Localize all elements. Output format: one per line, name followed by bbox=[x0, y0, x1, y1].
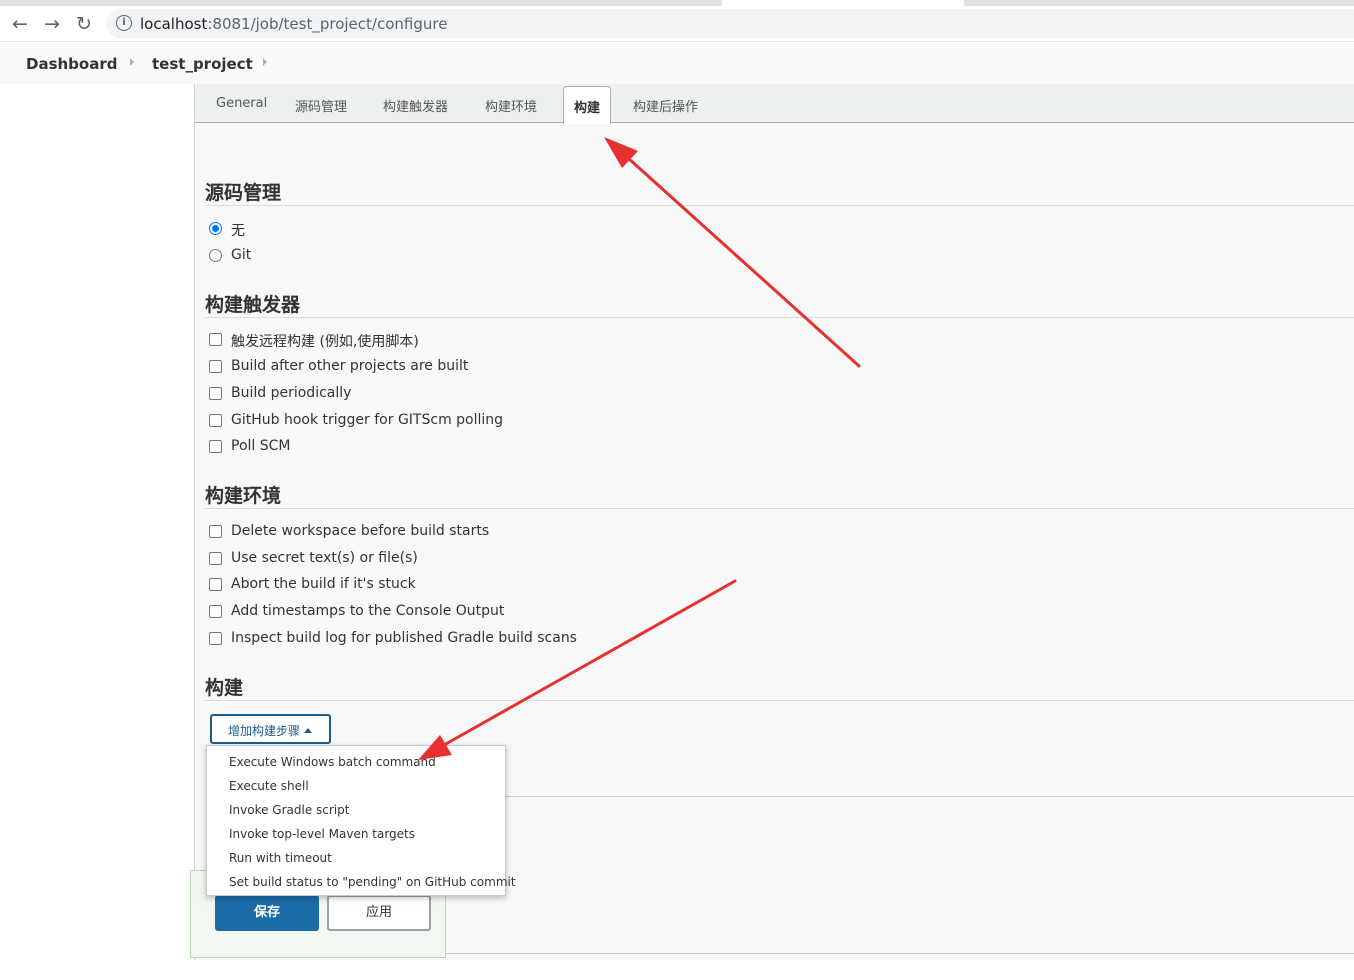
url-text[interactable]: localhost:8081/job/test_project/configur… bbox=[140, 15, 447, 33]
breadcrumb-separator-icon[interactable] bbox=[263, 58, 267, 66]
checkbox-label: Use secret text(s) or file(s) bbox=[231, 550, 418, 566]
checkbox-label: Abort the build if it's stuck bbox=[231, 576, 416, 592]
section-divider bbox=[205, 205, 1354, 206]
add-build-step-label: 增加构建步骤 bbox=[228, 724, 301, 738]
browser-toolbar: ← → ↻ i localhost:8081/job/test_project/… bbox=[0, 6, 1354, 42]
checkbox[interactable] bbox=[209, 605, 222, 618]
checkbox[interactable] bbox=[209, 414, 222, 427]
site-info-icon[interactable]: i bbox=[116, 15, 132, 31]
menu-item-github-pending[interactable]: Set build status to "pending" on GitHub … bbox=[229, 875, 516, 889]
forward-arrow-icon[interactable]: → bbox=[40, 12, 64, 36]
breadcrumb: Dashboard test_project bbox=[0, 43, 1354, 84]
config-tabbar: General 源码管理 构建触发器 构建环境 构建 构建后操作 bbox=[195, 84, 1354, 124]
checkbox[interactable] bbox=[209, 552, 222, 565]
checkbox-label: Poll SCM bbox=[231, 438, 291, 454]
url-path: :8081/job/test_project/configure bbox=[207, 15, 448, 33]
checkbox[interactable] bbox=[209, 578, 222, 591]
checkbox-label: Inspect build log for published Gradle b… bbox=[231, 630, 577, 646]
checkbox-label: 触发远程构建 (例如,使用脚本) bbox=[231, 334, 419, 350]
checkbox-label: GitHub hook trigger for GITScm polling bbox=[231, 412, 504, 428]
checkbox[interactable] bbox=[209, 387, 222, 400]
tab-scm[interactable]: 源码管理 bbox=[295, 96, 347, 115]
apply-button[interactable]: 应用 bbox=[327, 895, 431, 931]
breadcrumb-dashboard[interactable]: Dashboard bbox=[26, 55, 117, 73]
scm-option-label: 无 bbox=[231, 223, 245, 239]
add-build-step-button[interactable]: 增加构建步骤 bbox=[210, 714, 331, 744]
section-divider bbox=[495, 796, 1354, 797]
checkbox-label: Build after other projects are built bbox=[231, 358, 469, 374]
section-title-scm: 源码管理 bbox=[205, 182, 282, 204]
tab-build-environment[interactable]: 构建环境 bbox=[485, 96, 537, 115]
url-host: localhost bbox=[140, 15, 208, 33]
checkbox[interactable] bbox=[209, 440, 222, 453]
section-divider bbox=[205, 508, 1354, 509]
breadcrumb-test-project[interactable]: test_project bbox=[152, 55, 253, 73]
section-title-build: 构建 bbox=[205, 677, 244, 699]
back-arrow-icon[interactable]: ← bbox=[8, 12, 32, 36]
menu-item-execute-shell[interactable]: Execute shell bbox=[229, 779, 309, 793]
save-button[interactable]: 保存 bbox=[215, 895, 319, 931]
address-bar[interactable]: i localhost:8081/job/test_project/config… bbox=[106, 9, 1354, 38]
checkbox[interactable] bbox=[209, 632, 222, 645]
reload-icon[interactable]: ↻ bbox=[72, 12, 96, 36]
section-divider bbox=[205, 700, 1354, 701]
section-divider bbox=[205, 317, 1354, 318]
tab-build-triggers[interactable]: 构建触发器 bbox=[383, 96, 448, 115]
radio[interactable] bbox=[209, 249, 222, 262]
tab-build[interactable]: 构建 bbox=[563, 86, 612, 124]
checkbox[interactable] bbox=[209, 360, 222, 373]
tab-post-build[interactable]: 构建后操作 bbox=[633, 96, 698, 115]
menu-item-timeout[interactable]: Run with timeout bbox=[229, 851, 332, 865]
breadcrumb-separator-icon[interactable] bbox=[130, 58, 134, 66]
checkbox-label: Add timestamps to the Console Output bbox=[231, 603, 505, 619]
checkbox-label: Delete workspace before build starts bbox=[231, 523, 490, 539]
section-title-environment: 构建环境 bbox=[205, 485, 282, 507]
scm-option-label: Git bbox=[231, 247, 252, 263]
checkbox-label: Build periodically bbox=[231, 385, 352, 401]
caret-up-icon bbox=[304, 728, 313, 733]
tab-general[interactable]: General bbox=[216, 96, 267, 111]
checkbox[interactable] bbox=[209, 525, 222, 538]
radio-selected[interactable] bbox=[209, 222, 222, 235]
build-step-menu: Execute Windows batch command Execute sh… bbox=[206, 745, 516, 896]
checkbox[interactable] bbox=[209, 333, 222, 346]
menu-item-windows-batch[interactable]: Execute Windows batch command bbox=[229, 755, 436, 769]
menu-item-gradle[interactable]: Invoke Gradle script bbox=[229, 803, 349, 817]
menu-item-maven[interactable]: Invoke top-level Maven targets bbox=[229, 827, 415, 841]
section-title-triggers: 构建触发器 bbox=[205, 294, 301, 316]
